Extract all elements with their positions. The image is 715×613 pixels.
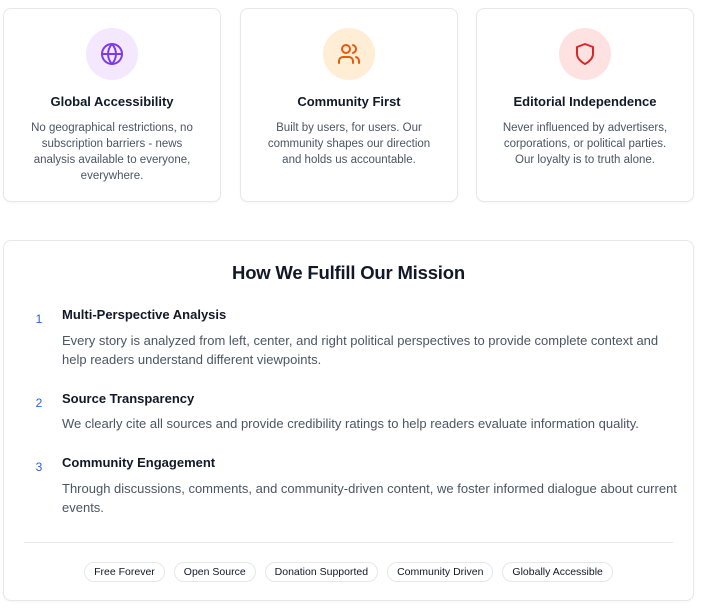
values-cards: Global Accessibility No geographical res… <box>3 8 694 202</box>
shield-icon-container <box>559 28 611 80</box>
tag-free-forever: Free Forever <box>84 562 165 582</box>
tag-list: Free Forever Open Source Donation Suppor… <box>4 562 693 582</box>
tag-globally-accessible: Globally Accessible <box>502 562 613 582</box>
value-card-community-first: Community First Built by users, for user… <box>240 8 458 202</box>
step-number: 2 <box>35 396 43 410</box>
users-icon <box>338 44 360 64</box>
tag-donation-supported: Donation Supported <box>264 562 379 582</box>
step-title: Multi-Perspective Analysis <box>62 307 227 322</box>
mission-section: How We Fulfill Our Mission 1 Multi-Persp… <box>3 240 694 601</box>
value-card-global-accessibility: Global Accessibility No geographical res… <box>3 8 221 202</box>
step-description: Every story is analyzed from left, cente… <box>62 333 659 367</box>
card-title: Editorial Independence <box>513 94 657 109</box>
tag-open-source: Open Source <box>173 562 256 582</box>
step-title: Community Engagement <box>62 455 216 470</box>
card-description: Built by users, for users. Our community… <box>267 122 431 166</box>
card-title: Community First <box>297 94 401 109</box>
step-description: We clearly cite all sources and provide … <box>62 416 639 431</box>
globe-icon <box>101 43 123 65</box>
card-title: Global Accessibility <box>50 94 174 109</box>
tag-community-driven: Community Driven <box>387 562 494 582</box>
value-card-editorial-independence: Editorial Independence Never influenced … <box>476 8 694 202</box>
mission-title: How We Fulfill Our Mission <box>232 262 465 283</box>
step-number: 3 <box>35 460 43 474</box>
step-title: Source Transparency <box>62 391 195 406</box>
shield-icon <box>576 43 594 65</box>
globe-icon-container <box>86 28 138 80</box>
users-icon-container <box>323 28 375 80</box>
divider <box>24 542 673 543</box>
card-description: No geographical restrictions, no subscri… <box>31 122 193 182</box>
step-number: 1 <box>35 312 43 326</box>
card-description: Never influenced by advertisers, corpora… <box>502 122 668 166</box>
step-description: Through discussions, comments, and commu… <box>62 481 677 515</box>
